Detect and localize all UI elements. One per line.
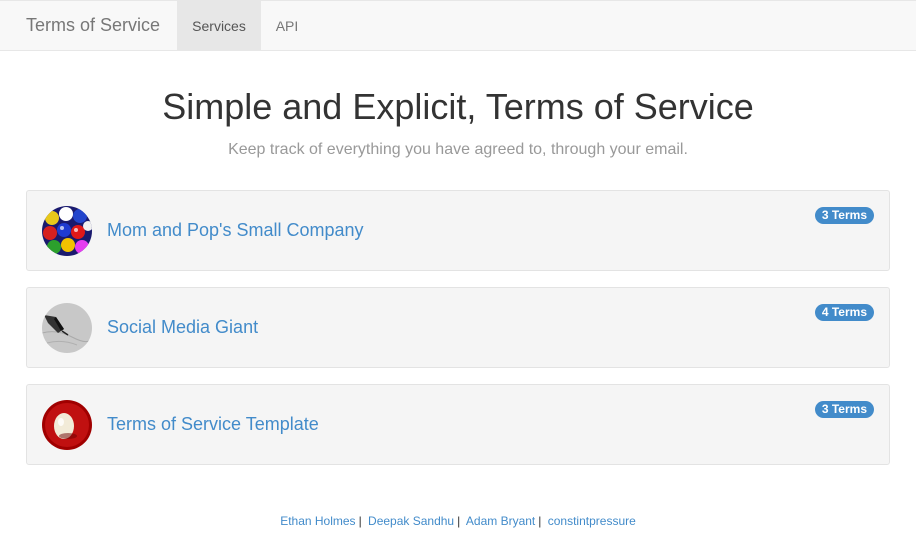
page-title: Simple and Explicit, Terms of Service: [162, 86, 754, 127]
terms-count-badge: 3 Terms: [814, 207, 874, 224]
terms-count-badge: 3 Terms: [814, 401, 874, 418]
footer-separator: |: [538, 514, 542, 528]
service-link[interactable]: Social Media Giant: [107, 317, 258, 338]
footer-link-constintpressure[interactable]: constintpressure: [548, 514, 636, 528]
footer-link-adam-bryant[interactable]: Adam Bryant: [466, 514, 535, 528]
service-card: Terms of Service Template 3 Terms: [26, 384, 890, 465]
service-card: Social Media Giant 4 Terms: [26, 287, 890, 368]
nav-item-api[interactable]: API: [261, 1, 313, 51]
footer-link-deepak-sandhu[interactable]: Deepak Sandhu: [368, 514, 454, 528]
nav-item-services[interactable]: Services: [177, 1, 261, 51]
service-link[interactable]: Terms of Service Template: [107, 414, 319, 435]
navbar: Terms of Service Services API: [0, 0, 916, 51]
egg-on-red-avatar: [42, 400, 92, 450]
pen-writing-avatar: [42, 303, 92, 353]
footer: Ethan Holmes | Deepak Sandhu | Adam Bryant…: [0, 514, 916, 528]
service-card: Mom and Pop's Small Company 3 Terms: [26, 190, 890, 271]
navbar-brand[interactable]: Terms of Service: [26, 15, 160, 36]
terms-count-badge: 4 Terms: [814, 304, 874, 321]
footer-separator: |: [358, 514, 362, 528]
page-subtitle: Keep track of everything you have agreed…: [228, 141, 688, 158]
footer-separator: |: [457, 514, 461, 528]
service-link[interactable]: Mom and Pop's Small Company: [107, 220, 364, 241]
footer-link-ethan-holmes[interactable]: Ethan Holmes: [280, 514, 355, 528]
gumballs-avatar: [42, 206, 92, 256]
